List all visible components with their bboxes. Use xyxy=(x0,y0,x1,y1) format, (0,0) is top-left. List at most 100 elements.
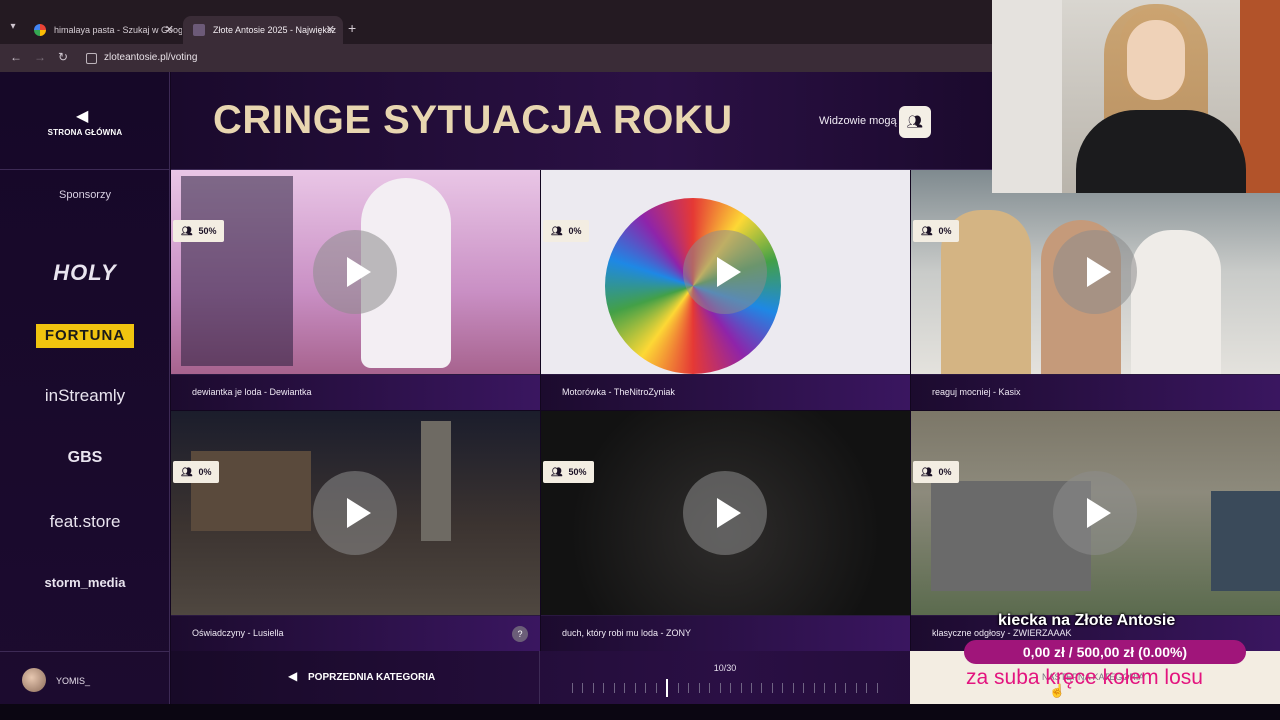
vote-percent-badge: 👥︎ 0% xyxy=(543,220,590,242)
progress-tick[interactable] xyxy=(866,683,868,693)
video-thumbnail[interactable]: 👥︎ 0% xyxy=(911,411,1280,615)
donation-goal-amount: 0,00 zł / 500,00 zł (0.00%) xyxy=(964,640,1246,664)
vote-percent-badge: 👥︎ 50% xyxy=(173,220,225,242)
nominee-caption: Oświadczyny - Lusiella ? xyxy=(171,615,540,651)
sponsor-instreamly-logo[interactable]: inStreamly xyxy=(0,386,170,406)
site-favicon-icon xyxy=(193,24,205,36)
nominee-card[interactable]: 👥︎ 50% duch, który robi mu loda - ZONY xyxy=(541,411,910,651)
progress-tick[interactable] xyxy=(645,683,647,693)
page-title: CRINGE SYTUACJA ROKU xyxy=(213,98,733,142)
close-tab-icon[interactable]: ✕ xyxy=(165,16,174,44)
nominee-card[interactable]: 👥︎ 50% dewiantka je loda - Dewiantka xyxy=(171,170,540,410)
sponsor-holy-logo[interactable]: HOLY xyxy=(0,260,170,286)
tab-search-icon[interactable]: ▾ xyxy=(6,20,20,34)
users-icon: 👥︎ xyxy=(921,226,933,236)
play-icon[interactable] xyxy=(683,471,767,555)
home-link[interactable]: ◀ STRONA GŁÓWNA xyxy=(0,72,170,170)
progress-tick[interactable] xyxy=(761,683,763,693)
vote-percent-badge: 👥︎ 0% xyxy=(173,461,220,483)
progress-tick[interactable] xyxy=(792,683,794,693)
vote-percent: 0% xyxy=(938,467,952,477)
progress-tick[interactable] xyxy=(613,683,615,693)
progress-tick[interactable] xyxy=(582,683,584,693)
webcam-overlay xyxy=(992,0,1280,193)
nominee-title: duch, który robi mu loda - ZONY xyxy=(562,628,692,638)
sponsor-fortuna-logo[interactable]: FORTUNA xyxy=(36,324,134,348)
play-icon[interactable] xyxy=(683,230,767,314)
previous-category-button[interactable]: ◀ POPRZEDNIA KATEGORIA xyxy=(171,651,540,704)
nominee-caption: reaguj mocniej - Kasix xyxy=(911,374,1280,410)
progress-tick[interactable] xyxy=(782,683,784,693)
progress-tick[interactable] xyxy=(709,683,711,693)
vote-percent-badge: 👥︎ 50% xyxy=(543,461,595,483)
back-icon[interactable]: ← xyxy=(10,50,22,64)
new-tab-icon[interactable]: + xyxy=(348,20,356,36)
users-icon: 👥︎ xyxy=(181,467,193,477)
progress-tick[interactable] xyxy=(730,683,732,693)
vote-percent: 50% xyxy=(568,467,587,477)
progress-tick[interactable] xyxy=(855,683,857,693)
forward-icon[interactable]: → xyxy=(34,50,46,64)
progress-tick[interactable] xyxy=(688,683,690,693)
viewers-vote-button[interactable]: 👥︎ xyxy=(899,106,931,138)
vote-percent-badge: 👥︎ 0% xyxy=(913,461,960,483)
arrow-left-icon: ◀ xyxy=(76,108,89,125)
nominee-card[interactable]: 👥︎ 0% Motorówka - TheNitroZyniak xyxy=(541,170,910,410)
reload-icon[interactable]: ↻ xyxy=(58,50,68,64)
progress-tick-current[interactable] xyxy=(666,679,669,697)
video-thumbnail[interactable]: 👥︎ 50% xyxy=(541,411,910,615)
progress-tick[interactable] xyxy=(698,683,700,693)
close-tab-icon[interactable]: ✕ xyxy=(326,16,335,44)
sponsor-stormmedia-logo[interactable]: storm_media xyxy=(0,575,170,590)
sponsor-gbs-logo[interactable]: GBS xyxy=(0,449,170,467)
play-icon[interactable] xyxy=(313,471,397,555)
viewers-label: Widzowie mogą xyxy=(819,115,897,127)
nominee-title: reaguj mocniej - Kasix xyxy=(932,387,1021,397)
video-thumbnail[interactable]: 👥︎ 50% xyxy=(171,170,540,374)
progress-tick[interactable] xyxy=(634,683,636,693)
users-icon: 👥︎ xyxy=(921,467,933,477)
sponsor-featstore-logo[interactable]: feat.store xyxy=(0,512,170,532)
play-icon[interactable] xyxy=(313,230,397,314)
nominee-card[interactable]: 👥︎ 0% reaguj mocniej - Kasix xyxy=(911,170,1280,410)
progress-tick[interactable] xyxy=(813,683,815,693)
users-icon: 👥︎ xyxy=(906,114,924,129)
video-thumbnail[interactable]: 👥︎ 0% xyxy=(171,411,540,615)
progress-tick[interactable] xyxy=(876,683,878,693)
sidebar: ◀ STRONA GŁÓWNA Sponsorzy HOLY FORTUNA i… xyxy=(0,72,170,704)
video-thumbnail[interactable]: 👥︎ 0% xyxy=(911,170,1280,374)
help-icon[interactable]: ? xyxy=(512,626,528,642)
progress-tick[interactable] xyxy=(592,683,594,693)
nominee-caption: Motorówka - TheNitroZyniak xyxy=(541,374,910,410)
progress-tick[interactable] xyxy=(740,683,742,693)
pointer-cursor-icon: ☝ xyxy=(1049,683,1066,698)
tab-title: Złote Antosie 2025 - Największ xyxy=(213,25,337,35)
progress-tick[interactable] xyxy=(803,683,805,693)
progress-tick[interactable] xyxy=(750,683,752,693)
progress-tick[interactable] xyxy=(845,683,847,693)
progress-tick[interactable] xyxy=(572,683,573,693)
progress-tick[interactable] xyxy=(655,683,657,693)
browser-tab-google[interactable]: himalaya pasta - Szukaj w Goog ✕ xyxy=(24,16,182,44)
url-field[interactable]: zloteantosie.pl/voting xyxy=(104,52,197,63)
nominee-caption: duch, który robi mu loda - ZONY xyxy=(541,615,910,651)
progress-tick[interactable] xyxy=(624,683,626,693)
play-icon[interactable] xyxy=(1053,471,1137,555)
video-thumbnail[interactable]: 👥︎ 0% xyxy=(541,170,910,374)
progress-ticks[interactable] xyxy=(572,679,878,697)
nominee-card[interactable]: 👥︎ 0% Oświadczyny - Lusiella ? xyxy=(171,411,540,651)
avatar xyxy=(22,668,46,692)
progress-tick[interactable] xyxy=(603,683,605,693)
progress-tick[interactable] xyxy=(677,683,679,693)
play-icon[interactable] xyxy=(1053,230,1137,314)
category-progress: 10/30 xyxy=(540,651,910,704)
progress-tick[interactable] xyxy=(719,683,721,693)
browser-tab-active[interactable]: Złote Antosie 2025 - Największ ✕ xyxy=(183,16,343,44)
site-settings-icon[interactable] xyxy=(86,53,97,64)
progress-tick[interactable] xyxy=(824,683,826,693)
user-profile[interactable]: YOMIS_ xyxy=(0,651,170,704)
sponsors-title: Sponsorzy xyxy=(59,189,111,201)
vote-percent: 0% xyxy=(568,226,582,236)
progress-tick[interactable] xyxy=(771,683,773,693)
progress-tick[interactable] xyxy=(834,683,836,693)
